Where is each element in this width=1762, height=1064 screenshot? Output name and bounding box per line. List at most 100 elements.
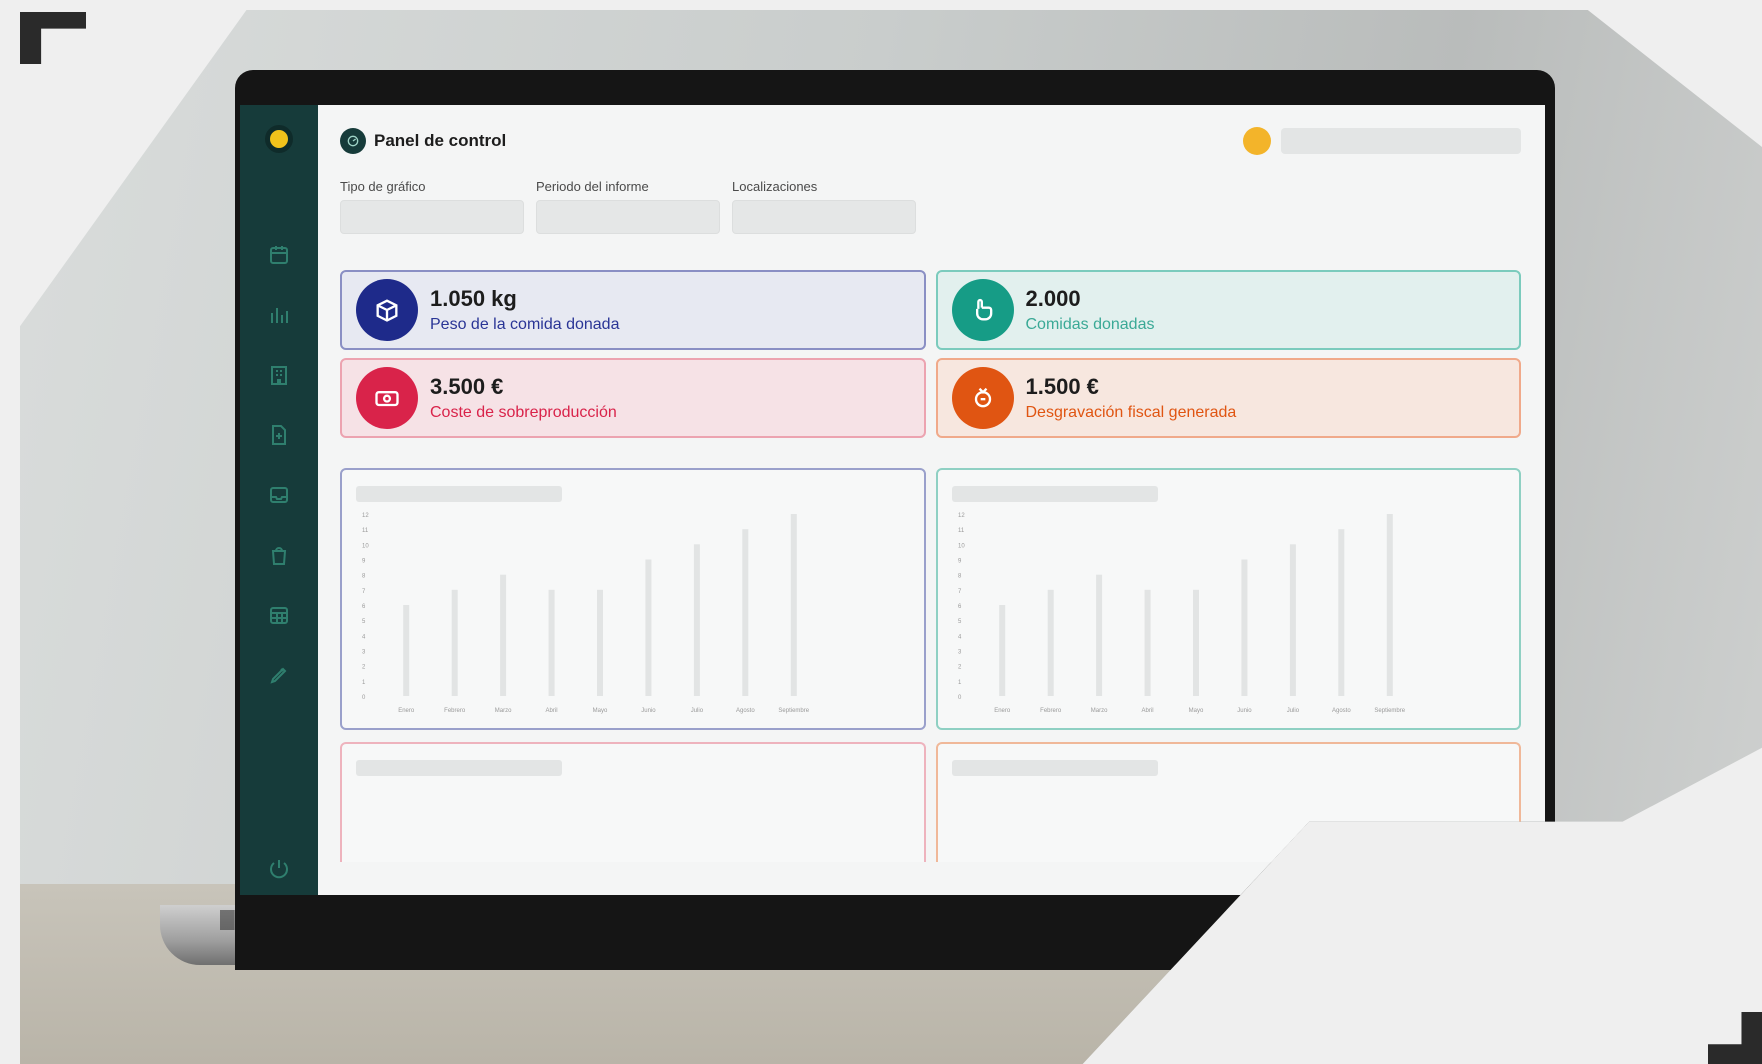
box-icon bbox=[356, 279, 418, 341]
y-tick-label: 4 bbox=[958, 634, 962, 640]
kpi-label: Coste de sobreproducción bbox=[430, 404, 617, 421]
x-tick-label: Marzo bbox=[1090, 708, 1107, 714]
x-tick-label: Abril bbox=[546, 708, 558, 714]
y-tick-label: 9 bbox=[958, 559, 962, 565]
power-icon[interactable] bbox=[267, 857, 291, 881]
bar bbox=[597, 589, 603, 696]
y-tick-label: 7 bbox=[362, 589, 366, 595]
x-tick-label: Julio bbox=[691, 708, 704, 714]
bar bbox=[1047, 589, 1054, 696]
bar bbox=[1144, 589, 1151, 696]
frame-corner-top-left bbox=[20, 12, 86, 64]
document-add-icon[interactable] bbox=[267, 423, 291, 447]
edit-icon[interactable] bbox=[267, 663, 291, 687]
user-menu[interactable] bbox=[1281, 128, 1521, 154]
x-tick-label: Agosto bbox=[1331, 708, 1350, 714]
x-tick-label: Abril bbox=[1141, 708, 1153, 714]
filter-label: Localizaciones bbox=[732, 179, 818, 194]
bar bbox=[548, 589, 555, 696]
bar bbox=[1095, 574, 1102, 696]
y-tick-label: 11 bbox=[362, 528, 369, 534]
bar bbox=[1386, 514, 1393, 696]
hand-icon bbox=[951, 279, 1014, 341]
kpi-grid: 1.050 kg Peso de la comida donada 2.000 … bbox=[340, 270, 1521, 438]
kpi-card-food-weight: 1.050 kg Peso de la comida donada bbox=[340, 270, 926, 350]
locations-select[interactable] bbox=[732, 200, 916, 234]
bar bbox=[403, 605, 410, 696]
building-icon[interactable] bbox=[267, 363, 291, 387]
x-tick-label: Agosto bbox=[736, 708, 755, 714]
bar bbox=[1192, 589, 1199, 696]
x-tick-label: Enero bbox=[994, 708, 1011, 714]
kpi-label: Peso de la comida donada bbox=[430, 316, 620, 333]
y-tick-label: 2 bbox=[958, 665, 962, 671]
charts-row: 0 1 2 3 4 5 6 7 8 9 10 11 12 Enero Febrero Marzo Abril Ma… bbox=[340, 468, 1521, 730]
calendar-icon[interactable] bbox=[267, 243, 291, 267]
bag-icon[interactable] bbox=[267, 543, 291, 567]
y-tick-label: 5 bbox=[958, 619, 962, 625]
app-logo[interactable] bbox=[265, 125, 293, 153]
x-tick-label: Marzo bbox=[495, 708, 512, 714]
page-title-wrap: Panel de control bbox=[340, 128, 506, 154]
kpi-value: 2.000 bbox=[1025, 286, 1081, 311]
sidebar bbox=[240, 105, 318, 895]
chart-icon[interactable] bbox=[267, 303, 291, 327]
inbox-icon[interactable] bbox=[267, 483, 291, 507]
y-tick-label: 3 bbox=[362, 650, 366, 656]
y-tick-label: 8 bbox=[362, 574, 366, 580]
chart-card bbox=[935, 742, 1521, 862]
kpi-card-meals: 2.000 Comidas donadas bbox=[935, 270, 1521, 350]
chart-type-select[interactable] bbox=[340, 200, 524, 234]
x-tick-label: Septiembre bbox=[778, 708, 809, 714]
y-tick-label: 0 bbox=[958, 695, 962, 701]
filter-report-period: Periodo del informe bbox=[536, 179, 720, 234]
calendar-grid-icon[interactable] bbox=[267, 603, 291, 627]
filter-label: Tipo de gráfico bbox=[340, 179, 426, 194]
kpi-card-overproduction-cost: 3.500 € Coste de sobreproducción bbox=[340, 358, 926, 438]
x-tick-label: Junio bbox=[1237, 708, 1252, 714]
y-tick-label: 10 bbox=[362, 543, 369, 549]
kpi-label: Comidas donadas bbox=[1025, 316, 1155, 333]
y-tick-label: 6 bbox=[958, 604, 962, 610]
x-tick-label: Julio bbox=[1286, 708, 1299, 714]
bar bbox=[1240, 559, 1247, 696]
chart-card: 0 1 2 3 4 5 6 7 8 9 10 11 12 Enero Febrero Marzo Abril Ma… bbox=[935, 468, 1521, 730]
filter-chart-type: Tipo de gráfico bbox=[340, 179, 524, 234]
y-tick-label: 12 bbox=[362, 513, 369, 519]
x-tick-label: Mayo bbox=[1188, 708, 1203, 714]
chart-card bbox=[340, 742, 926, 862]
bar-chart: 0123456789101112Enero Febrero Marzo Abril Ma… bbox=[362, 513, 810, 714]
chart-title-placeholder bbox=[356, 760, 562, 776]
y-tick-label: 3 bbox=[958, 650, 962, 656]
filter-label: Periodo del informe bbox=[536, 179, 649, 194]
charts-row-2 bbox=[340, 742, 1521, 862]
frame-corner-bottom-right bbox=[1708, 1012, 1762, 1064]
y-tick-label: 2 bbox=[362, 665, 366, 671]
bar bbox=[1337, 529, 1344, 696]
avatar[interactable] bbox=[1243, 127, 1271, 155]
chart-title-placeholder bbox=[951, 760, 1158, 776]
dashboard-icon bbox=[340, 128, 366, 154]
y-tick-label: 6 bbox=[362, 604, 366, 610]
x-tick-label: Enero bbox=[398, 708, 415, 714]
bar bbox=[451, 589, 458, 696]
y-tick-label: 5 bbox=[362, 619, 366, 625]
y-tick-label: 9 bbox=[362, 559, 366, 565]
page-title: Panel de control bbox=[374, 131, 507, 150]
x-tick-label: Febrero bbox=[444, 708, 466, 714]
bar bbox=[693, 544, 700, 696]
report-period-select[interactable] bbox=[536, 200, 720, 234]
money-icon bbox=[356, 367, 418, 429]
user-area bbox=[1243, 127, 1521, 155]
chart-title-placeholder bbox=[951, 486, 1158, 502]
bar bbox=[998, 605, 1005, 696]
topbar: Panel de control bbox=[340, 127, 1521, 155]
kpi-label: Desgravación fiscal generada bbox=[1025, 404, 1237, 421]
bar bbox=[645, 559, 652, 696]
x-tick-label: Septiembre bbox=[1374, 708, 1405, 714]
bar bbox=[1289, 544, 1296, 696]
kpi-value: 3.500 € bbox=[430, 374, 504, 399]
chart-title-placeholder bbox=[356, 486, 562, 502]
y-tick-label: 1 bbox=[362, 680, 366, 686]
y-tick-label: 12 bbox=[958, 513, 965, 519]
